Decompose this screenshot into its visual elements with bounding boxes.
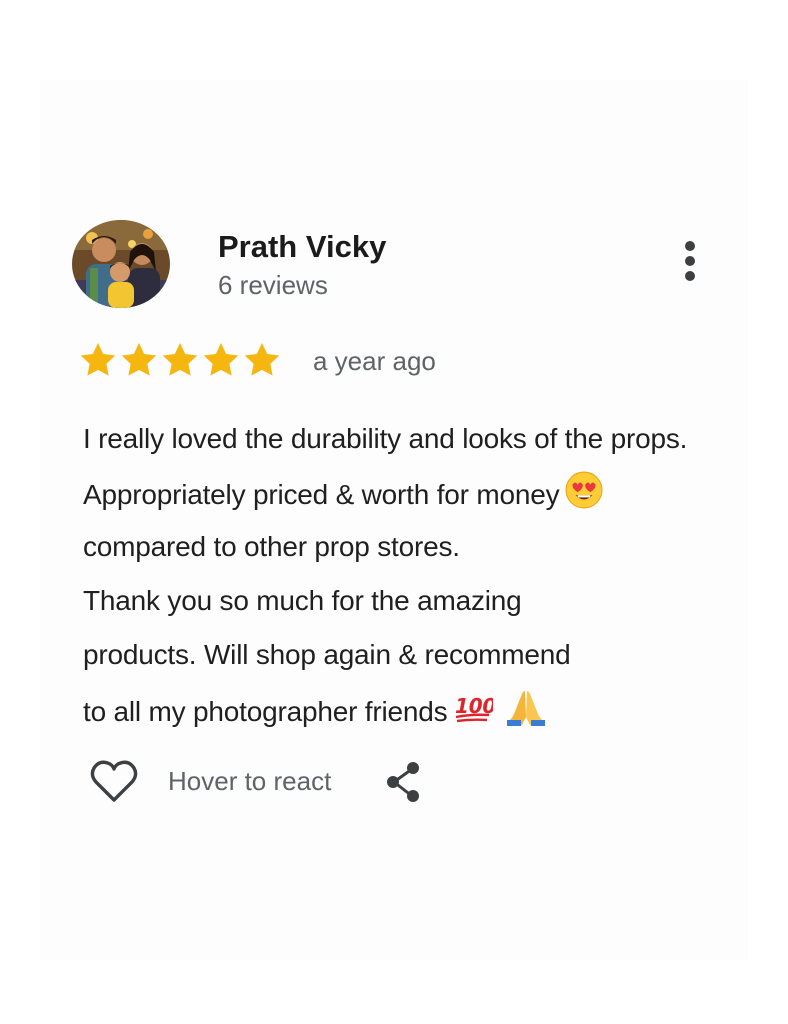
- hundred-points-emoji: 100: [453, 689, 497, 738]
- star-icon: [80, 343, 116, 376]
- review-line: Thank you so much for the amazing: [83, 579, 743, 633]
- more-options-button[interactable]: [670, 236, 710, 286]
- reviewer-review-count: 6 reviews: [218, 270, 328, 300]
- review-line-text: compared to other prop stores.: [83, 531, 460, 562]
- more-vert-icon-dot: [685, 256, 695, 266]
- share-button[interactable]: [384, 760, 424, 804]
- review-line-text: products. Will shop again & recommend: [83, 639, 571, 670]
- share-icon: [387, 762, 419, 802]
- more-vert-icon: [685, 241, 695, 251]
- react-label[interactable]: Hover to react: [168, 766, 331, 797]
- star-icon: [121, 343, 157, 376]
- review-line: I really loved the durability and looks …: [83, 417, 743, 471]
- reviewer-name[interactable]: Prath Vicky: [218, 229, 386, 265]
- folded-hands-emoji: [505, 687, 547, 740]
- review-line: to all my photographer friends 100: [83, 687, 743, 741]
- review-line-text: I really loved the durability and looks …: [83, 423, 688, 454]
- review-line-text: to all my photographer friends: [83, 695, 448, 727]
- review-line-text: Appropriately priced & worth for money: [83, 478, 560, 510]
- review-line: compared to other prop stores.: [83, 525, 743, 579]
- review-line-text: Thank you so much for the amazing: [83, 585, 522, 616]
- star-icon: [244, 343, 280, 376]
- star-icon: [203, 343, 239, 376]
- avatar[interactable]: [72, 220, 170, 308]
- heart-outline-icon: [90, 760, 138, 802]
- review-text: I really loved the durability and looks …: [83, 417, 743, 741]
- star-rating: [78, 340, 282, 380]
- review-line: products. Will shop again & recommend: [83, 633, 743, 687]
- heart-eyes-emoji: [565, 471, 603, 522]
- react-button[interactable]: [88, 756, 140, 806]
- more-vert-icon-dot: [685, 271, 695, 281]
- star-icon: [162, 343, 198, 376]
- review-line: Appropriately priced & worth for money: [83, 471, 743, 525]
- review-timestamp: a year ago: [313, 346, 436, 376]
